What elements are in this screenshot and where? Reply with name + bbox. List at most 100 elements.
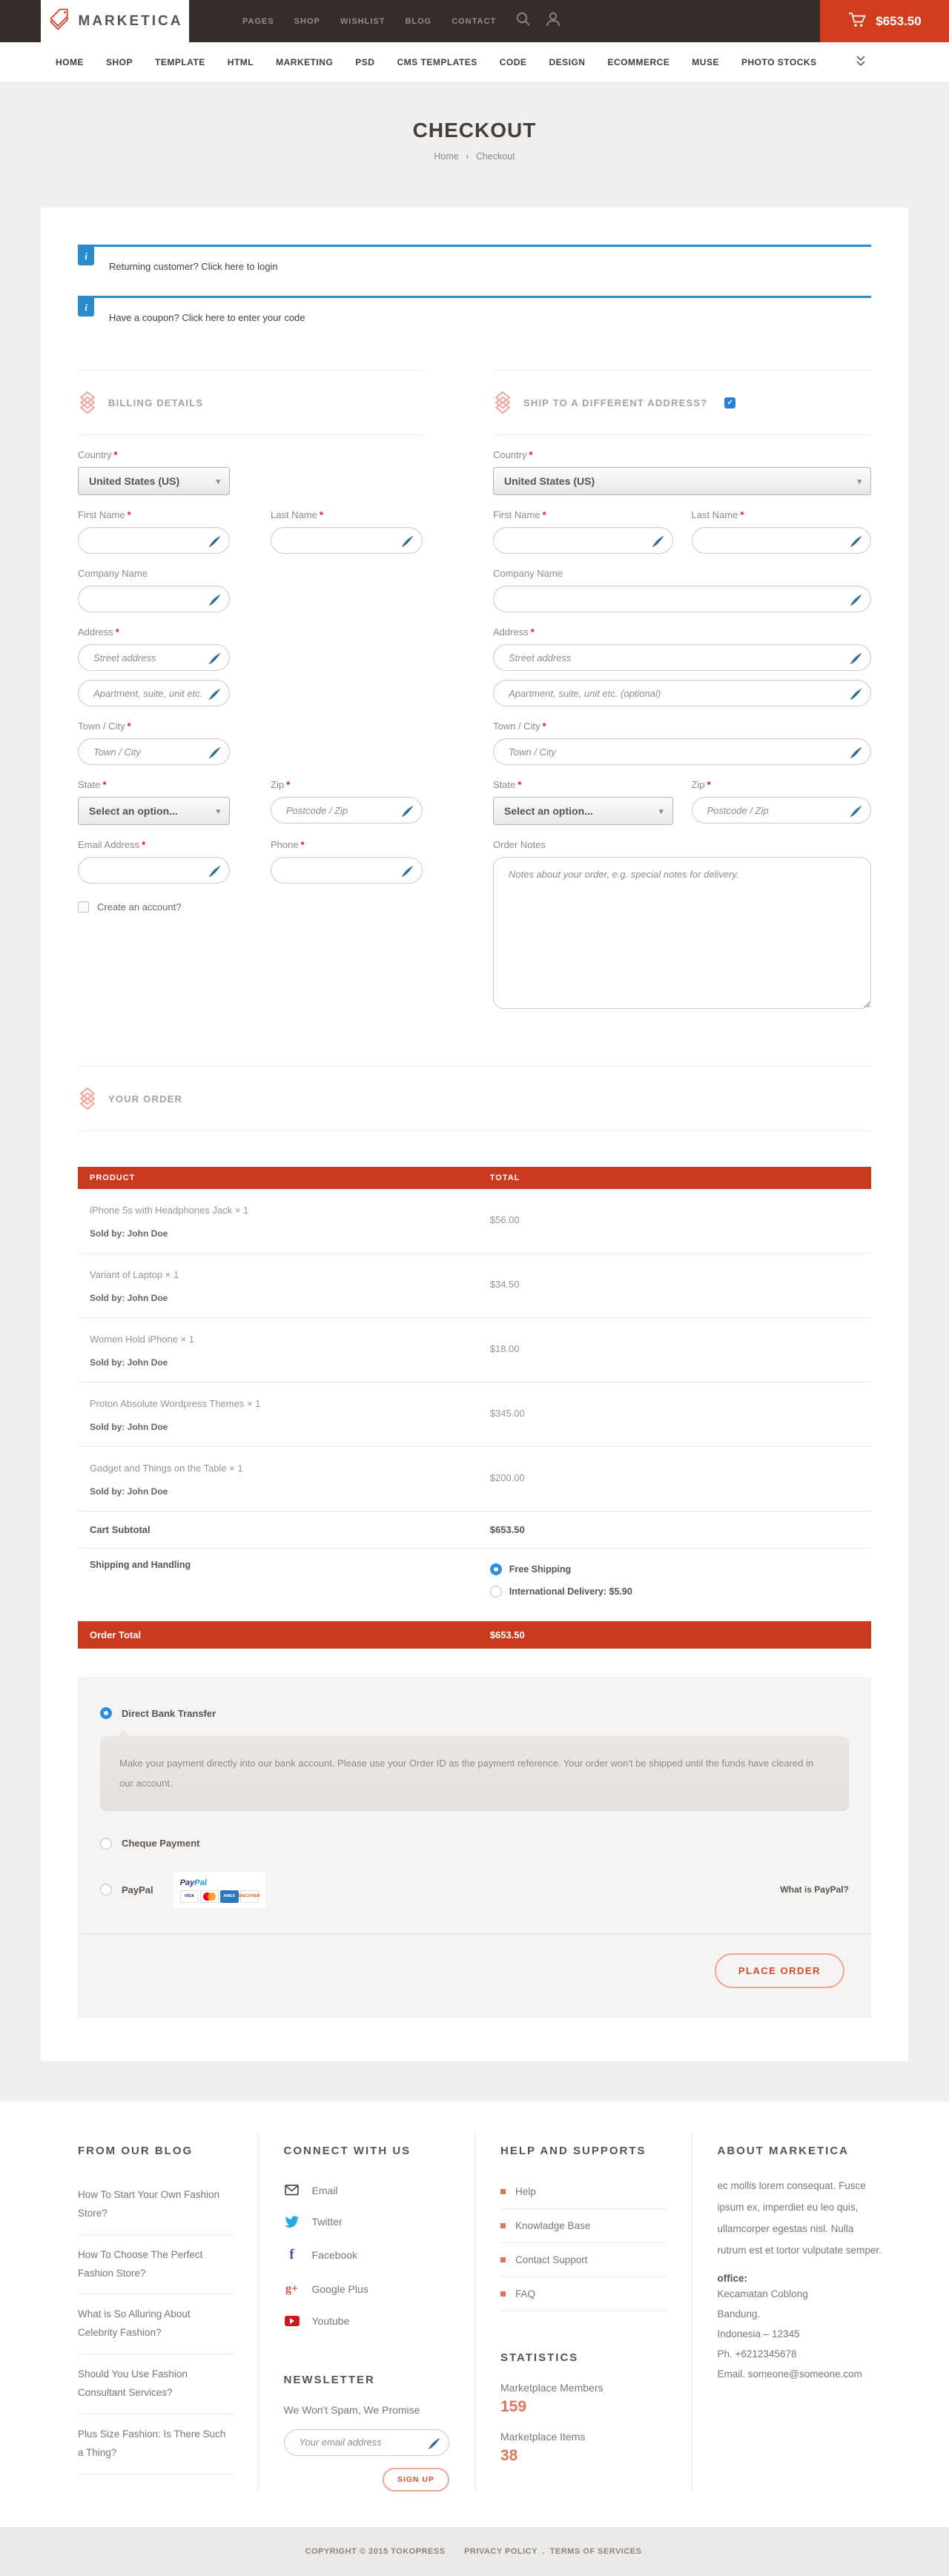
shipping-first-name-input[interactable] bbox=[494, 528, 672, 553]
billing-street-input[interactable] bbox=[79, 645, 229, 670]
blog-link[interactable]: How To Choose The Perfect Fashion Store? bbox=[78, 2235, 233, 2295]
nav-cms-templates[interactable]: CMS TEMPLATES bbox=[397, 57, 477, 67]
footer-help-column: HELP AND SUPPORTS Help Knowladge Base Co… bbox=[474, 2133, 692, 2491]
top-nav-wishlist[interactable]: WISHLIST bbox=[340, 17, 386, 26]
radio-unselected-icon[interactable] bbox=[100, 1838, 112, 1850]
place-order-button[interactable]: PLACE ORDER bbox=[715, 1953, 844, 1988]
nav-muse[interactable]: MUSE bbox=[692, 57, 719, 67]
newsletter-signup-button[interactable]: SIGN UP bbox=[383, 2468, 449, 2491]
create-account-checkbox[interactable] bbox=[78, 901, 89, 913]
bank-transfer-description: Make your payment directly into our bank… bbox=[100, 1736, 849, 1811]
radio-unselected-icon[interactable] bbox=[490, 1586, 502, 1597]
shipping-street-input[interactable] bbox=[494, 645, 870, 670]
order-total-row: Order Total $653.50 bbox=[78, 1621, 871, 1649]
payment-cheque[interactable]: Cheque Payment bbox=[100, 1833, 849, 1854]
payment-bank-transfer[interactable]: Direct Bank Transfer bbox=[100, 1703, 849, 1724]
cart-button[interactable]: $653.50 bbox=[820, 0, 949, 42]
top-nav-blog[interactable]: BLOG bbox=[405, 17, 431, 26]
nav-code[interactable]: CODE bbox=[500, 57, 527, 67]
shipping-state-select[interactable]: Select an option...▾ bbox=[493, 797, 673, 825]
billing-company-input[interactable] bbox=[79, 586, 229, 612]
billing-first-name-input[interactable] bbox=[79, 528, 229, 553]
nav-design[interactable]: DESIGN bbox=[549, 57, 585, 67]
social-google-plus[interactable]: g+ Google Plus bbox=[284, 2273, 450, 2305]
subtotal-label: Cart Subtotal bbox=[90, 1524, 490, 1535]
shipping-option-international[interactable]: International Delivery: $5.90 bbox=[490, 1586, 859, 1597]
social-youtube[interactable]: Youtube bbox=[284, 2305, 450, 2337]
blog-link[interactable]: How To Start Your Own Fashion Store? bbox=[78, 2175, 233, 2235]
radio-selected-icon[interactable] bbox=[490, 1563, 502, 1575]
shipping-country-field: Country* United States (US)▾ bbox=[493, 449, 871, 495]
order-notes-textarea[interactable] bbox=[493, 857, 871, 1009]
notice-text: Returning customer? bbox=[109, 261, 199, 272]
notice-text: Have a coupon? bbox=[109, 312, 179, 323]
shipping-company-field: Company Name bbox=[493, 568, 871, 612]
shipping-town-field: Town / City* bbox=[493, 721, 871, 765]
top-nav-pages[interactable]: PAGES bbox=[242, 17, 274, 26]
shipping-town-input[interactable] bbox=[494, 739, 870, 764]
blog-link[interactable]: What is So Alluring About Celebrity Fash… bbox=[78, 2294, 233, 2354]
nav-psd[interactable]: PSD bbox=[355, 57, 374, 67]
newsletter-input-wrap bbox=[284, 2429, 450, 2456]
social-facebook[interactable]: f Facebook bbox=[284, 2237, 450, 2273]
top-nav-shop[interactable]: SHOP bbox=[294, 17, 320, 26]
login-link[interactable]: Click here to login bbox=[201, 261, 277, 272]
billing-apartment-input[interactable] bbox=[79, 681, 229, 706]
search-icon[interactable] bbox=[515, 11, 532, 31]
billing-town-input[interactable] bbox=[79, 739, 229, 764]
coupon-notice: i Have a coupon? Click here to enter you… bbox=[78, 296, 871, 337]
nav-photo-stocks[interactable]: PHOTO STOCKS bbox=[741, 57, 817, 67]
nav-template[interactable]: TEMPLATE bbox=[155, 57, 205, 67]
blog-link[interactable]: Should You Use Fashion Consultant Servic… bbox=[78, 2354, 233, 2414]
billing-zip-input[interactable] bbox=[271, 798, 422, 823]
chevron-down-double-icon[interactable] bbox=[856, 55, 866, 69]
order-total-label: Order Total bbox=[90, 1629, 490, 1640]
shipping-last-name-input[interactable] bbox=[692, 528, 871, 553]
social-email[interactable]: Email bbox=[284, 2175, 450, 2206]
billing-state-select[interactable]: Select an option...▾ bbox=[78, 797, 230, 825]
stat-value: 159 bbox=[500, 2398, 667, 2416]
billing-phone-input[interactable] bbox=[271, 858, 422, 883]
shipping-zip-input[interactable] bbox=[692, 798, 871, 823]
billing-country-select[interactable]: United States (US)▾ bbox=[78, 467, 230, 495]
nav-home[interactable]: HOME bbox=[56, 57, 84, 67]
shipping-address-field: Address* bbox=[493, 626, 871, 706]
header-icons bbox=[515, 0, 561, 42]
nav-ecommerce[interactable]: ECOMMERCE bbox=[607, 57, 669, 67]
help-link[interactable]: FAQ bbox=[500, 2277, 667, 2311]
help-link[interactable]: Contact Support bbox=[500, 2243, 667, 2277]
blog-link[interactable]: Plus Size Fashion: Is There Such a Thing… bbox=[78, 2414, 233, 2474]
caret-down-icon: ▾ bbox=[659, 807, 664, 816]
shipping-country-select[interactable]: United States (US)▾ bbox=[493, 467, 871, 495]
breadcrumb-home[interactable]: Home bbox=[434, 151, 458, 162]
billing-last-name-input[interactable] bbox=[271, 528, 422, 553]
radio-unselected-icon[interactable] bbox=[100, 1884, 112, 1895]
nav-marketing[interactable]: MARKETING bbox=[276, 57, 333, 67]
social-twitter[interactable]: Twitter bbox=[284, 2206, 450, 2237]
office-address-line: Bandung. bbox=[718, 2304, 884, 2324]
newsletter-email-input[interactable] bbox=[285, 2430, 449, 2455]
copyright-text: COPYRIGHT © 2015 TOKOPRESS bbox=[305, 2547, 446, 2556]
help-link[interactable]: Help bbox=[500, 2175, 667, 2209]
user-account-icon[interactable] bbox=[545, 11, 561, 31]
nav-html[interactable]: HTML bbox=[228, 57, 254, 67]
logo[interactable]: MARKETICA bbox=[41, 0, 189, 42]
shipping-option-free[interactable]: Free Shipping bbox=[490, 1563, 859, 1575]
shipping-apartment-input[interactable] bbox=[494, 681, 870, 706]
ship-different-checkbox[interactable]: ✓ bbox=[724, 397, 735, 408]
order-total-value: $653.50 bbox=[490, 1629, 859, 1640]
coupon-link[interactable]: Click here to enter your code bbox=[182, 312, 305, 323]
top-nav-contact[interactable]: CONTACT bbox=[452, 17, 496, 26]
privacy-policy-link[interactable]: PRIVACY POLICY bbox=[464, 2547, 538, 2556]
terms-link[interactable]: TERMS OF SERVICES bbox=[550, 2547, 642, 2556]
what-is-paypal-link[interactable]: What is PayPal? bbox=[780, 1884, 849, 1895]
nav-shop[interactable]: SHOP bbox=[106, 57, 133, 67]
shipping-company-input[interactable] bbox=[494, 586, 870, 612]
page-title: CHECKOUT bbox=[0, 119, 949, 142]
twitter-icon bbox=[284, 2216, 300, 2228]
radio-selected-icon[interactable] bbox=[100, 1707, 112, 1719]
statistics-title: STATISTICS bbox=[500, 2351, 667, 2364]
payment-paypal[interactable]: PayPal PayPal VISA MC AMEX DISCOVER What… bbox=[100, 1867, 849, 1913]
help-link[interactable]: Knowladge Base bbox=[500, 2209, 667, 2243]
billing-email-input[interactable] bbox=[79, 858, 229, 883]
